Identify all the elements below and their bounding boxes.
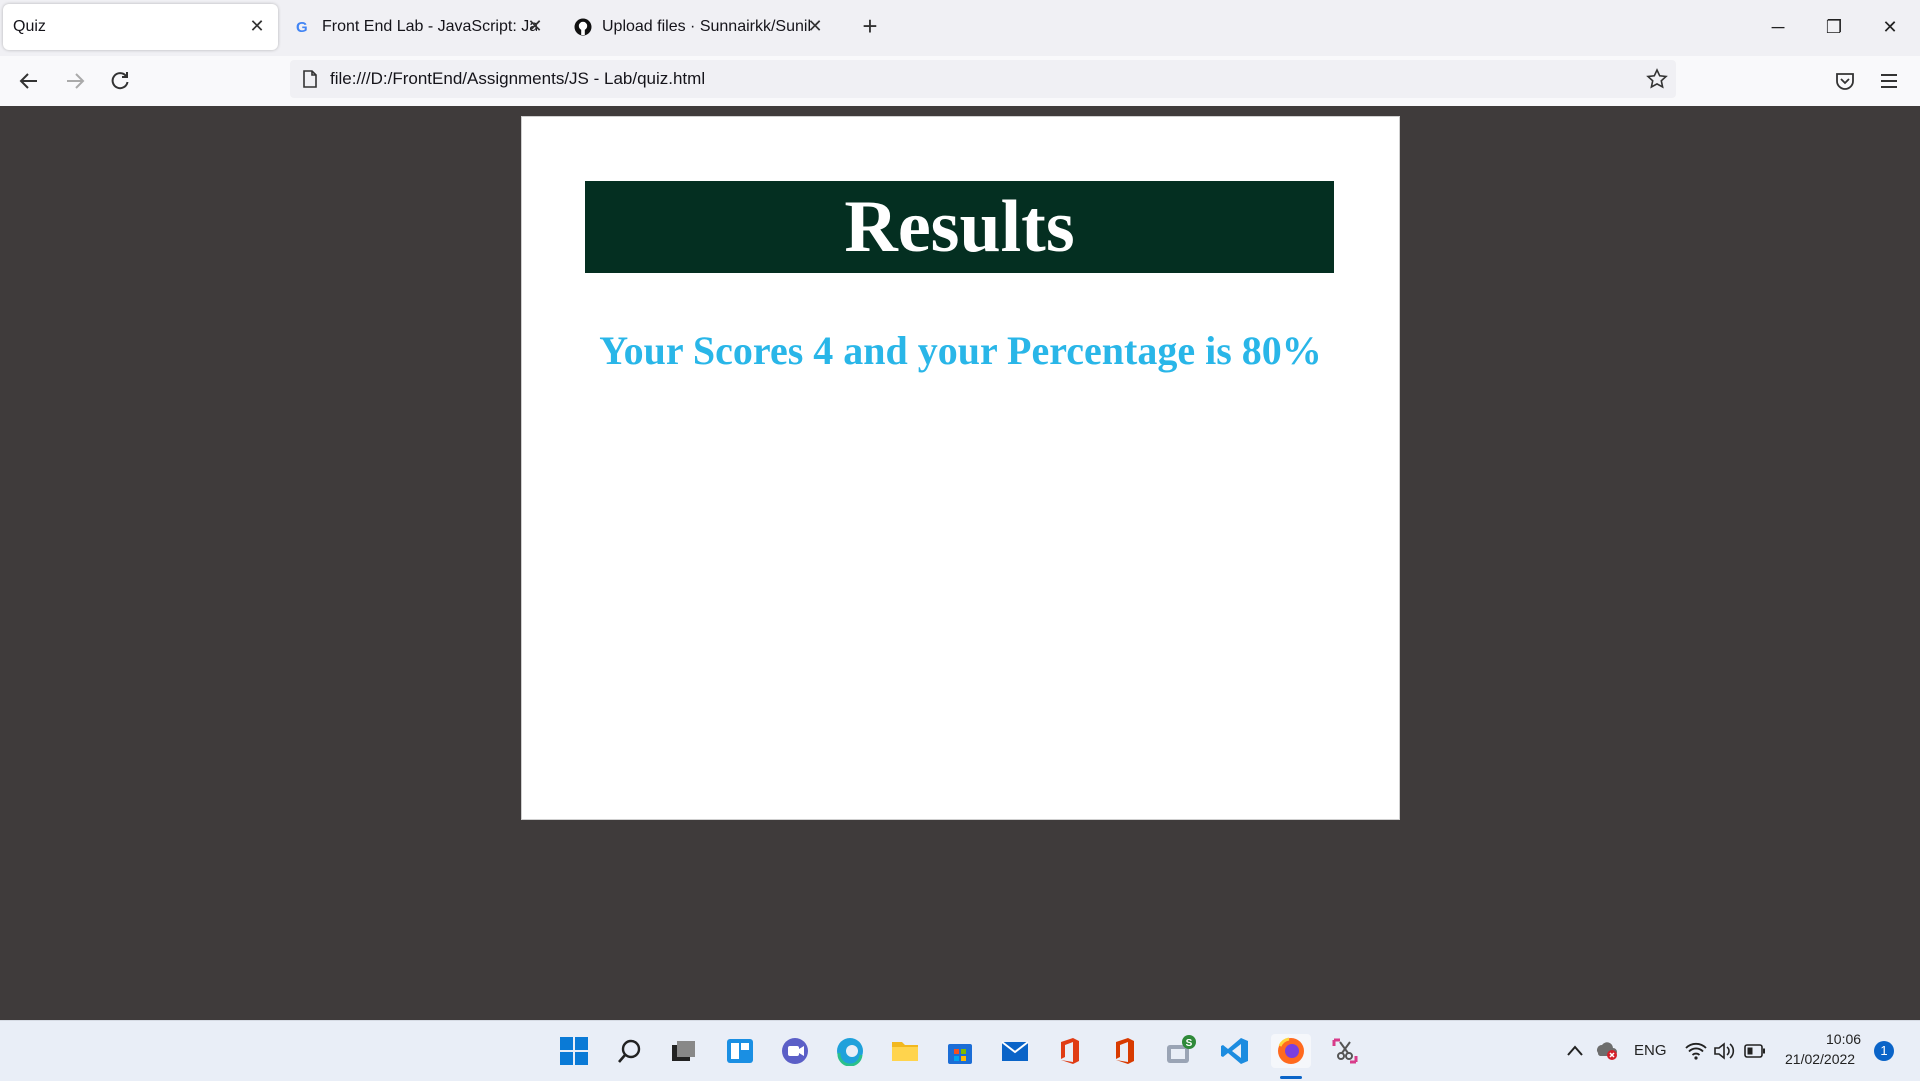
restore-button[interactable]: ❐ [1814, 10, 1854, 44]
teams-chat-button[interactable] [778, 1034, 812, 1068]
office-icon [1116, 1038, 1134, 1064]
tab-title: Quiz [13, 18, 46, 35]
close-window-button[interactable]: ✕ [1870, 10, 1910, 44]
viewport: Results Your Scores 4 and your Percentag… [0, 106, 1920, 1020]
quiz-page: Results Your Scores 4 and your Percentag… [521, 116, 1400, 820]
svg-text:G: G [296, 19, 308, 36]
back-button[interactable] [14, 66, 44, 96]
language-indicator[interactable]: ENG [1634, 1042, 1667, 1059]
clock-date[interactable]: 21/02/2022 [1785, 1051, 1855, 1067]
onedrive-error-icon[interactable] [1594, 1039, 1618, 1061]
store-button[interactable] [943, 1034, 977, 1068]
pocket-button[interactable] [1830, 66, 1860, 96]
task-view-icon [672, 1041, 695, 1061]
results-banner: Results [585, 181, 1334, 273]
app-badge: S [1186, 1038, 1193, 1049]
tab-upload-files[interactable]: Upload files · Sunnairkk/SunilK ✕ [574, 4, 834, 50]
shopping-app-icon: S [1167, 1035, 1196, 1063]
office-button[interactable] [1053, 1034, 1087, 1068]
snipping-tool-button[interactable] [1328, 1034, 1362, 1068]
vscode-button[interactable] [1218, 1034, 1252, 1068]
office-icon [1061, 1038, 1079, 1064]
vscode-icon [1221, 1038, 1248, 1064]
snipping-tool-icon [1332, 1038, 1358, 1064]
results-heading: Results [844, 185, 1075, 268]
folder-icon [892, 1042, 918, 1061]
page-icon [303, 70, 317, 88]
github-icon [574, 18, 592, 36]
reload-icon [111, 72, 129, 90]
search-button[interactable] [613, 1034, 647, 1068]
hamburger-menu-icon [1881, 74, 1897, 88]
url-text: file:///D:/FrontEnd/Assignments/JS - Lab… [330, 69, 706, 88]
arrow-right-icon [67, 73, 85, 89]
app-with-badge-button[interactable]: S [1163, 1034, 1197, 1068]
new-tab-button[interactable]: + [858, 13, 882, 39]
arrow-left-icon [19, 73, 37, 89]
minimize-button[interactable]: ─ [1758, 10, 1798, 44]
clock-time[interactable]: 10:06 [1826, 1031, 1861, 1047]
tab-strip: Quiz ✕ G Front End Lab - JavaScript: Jav… [0, 0, 1920, 56]
tab-title: Front End Lab - JavaScript: Java [322, 18, 537, 35]
volume-icon[interactable] [1713, 1041, 1735, 1061]
widgets-button[interactable] [723, 1034, 757, 1068]
task-view-button[interactable] [666, 1034, 700, 1068]
wifi-icon[interactable] [1685, 1042, 1707, 1060]
chat-icon [782, 1038, 808, 1064]
close-tab-icon[interactable]: ✕ [804, 15, 826, 37]
forward-button[interactable] [60, 66, 90, 96]
chevron-up-icon[interactable] [1566, 1043, 1584, 1057]
tab-quiz[interactable]: Quiz ✕ [3, 4, 278, 50]
edge-icon [837, 1038, 863, 1066]
close-tab-icon[interactable]: ✕ [524, 15, 546, 37]
firefox-icon [1278, 1037, 1304, 1064]
edge-button[interactable] [833, 1034, 867, 1068]
score-text: Your Scores 4 and your Percentage is 80% [599, 328, 1322, 373]
url-bar[interactable]: file:///D:/FrontEnd/Assignments/JS - Lab… [290, 60, 1676, 98]
google-icon: G [296, 19, 308, 36]
windows-icon [560, 1037, 588, 1065]
mail-icon [1001, 1041, 1029, 1061]
menu-button[interactable] [1874, 66, 1904, 96]
widgets-icon [727, 1039, 753, 1063]
reload-button[interactable] [105, 66, 135, 96]
start-button[interactable] [557, 1034, 591, 1068]
pocket-icon [1836, 73, 1854, 90]
search-icon [618, 1039, 641, 1063]
office-button-2[interactable] [1108, 1034, 1142, 1068]
bookmark-star-icon[interactable] [1646, 68, 1668, 90]
active-app-indicator [1280, 1076, 1302, 1079]
close-tab-icon[interactable]: ✕ [246, 15, 268, 37]
tab-title: Upload files · Sunnairkk/SunilK [602, 18, 812, 35]
firefox-button[interactable] [1271, 1034, 1311, 1068]
tab-front-end-lab[interactable]: G Front End Lab - JavaScript: Java ✕ [294, 4, 554, 50]
taskbar: S ENG 10:06 21/02/2022 1 [0, 1020, 1920, 1081]
navigation-toolbar: file:///D:/FrontEnd/Assignments/JS - Lab… [0, 56, 1920, 107]
store-icon [948, 1044, 972, 1064]
file-explorer-button[interactable] [888, 1034, 922, 1068]
mail-button[interactable] [998, 1034, 1032, 1068]
notification-badge[interactable]: 1 [1874, 1041, 1894, 1061]
battery-icon[interactable] [1744, 1043, 1766, 1059]
